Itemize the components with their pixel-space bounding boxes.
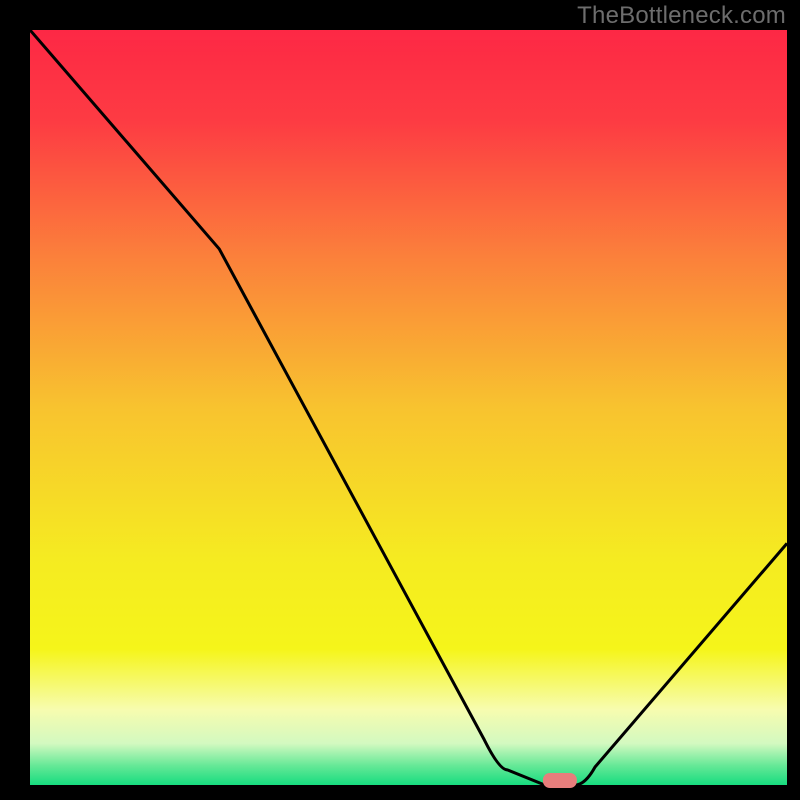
chart-svg	[0, 0, 800, 800]
axis-left	[28, 28, 30, 787]
axis-bottom	[28, 785, 789, 787]
watermark-text: TheBottleneck.com	[577, 2, 786, 30]
chart-stage: TheBottleneck.com	[0, 0, 800, 800]
plot-background	[30, 30, 787, 785]
optimal-marker	[543, 773, 577, 788]
